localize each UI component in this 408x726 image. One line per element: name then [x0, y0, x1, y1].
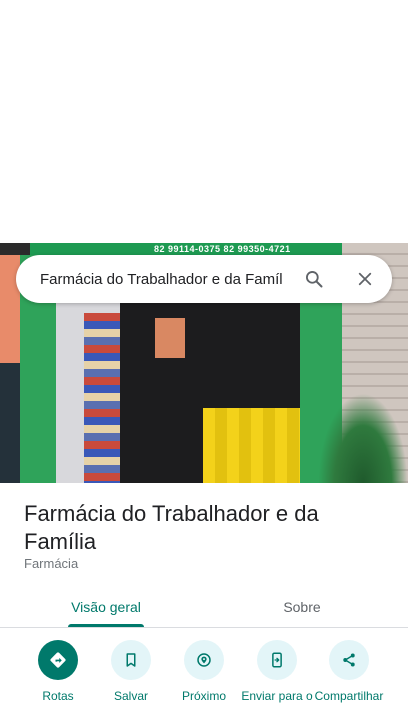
directions-label: Rotas — [42, 689, 74, 703]
nearby-label: Próximo — [181, 689, 226, 703]
active-tab-indicator — [68, 624, 144, 627]
photo-left-door — [0, 363, 20, 483]
directions-icon — [38, 640, 78, 680]
tab-overview[interactable]: Visão geral — [0, 586, 212, 628]
tab-bar: Visão geral Sobre — [0, 586, 408, 628]
directions-button[interactable]: Rotas — [20, 640, 96, 703]
share-button[interactable]: Compartilhar — [311, 640, 387, 703]
photo-door-light — [155, 318, 185, 358]
search-bar[interactable]: Farmácia do Trabalhador e da Famíl — [16, 255, 392, 303]
send-to-phone-icon — [257, 640, 297, 680]
share-icon — [329, 640, 369, 680]
search-icon[interactable] — [302, 267, 326, 291]
photo-counter-boxes — [203, 408, 301, 483]
photo-plant — [318, 393, 408, 483]
send-to-phone-button[interactable]: Enviar para o — [239, 640, 315, 703]
bookmark-icon — [111, 640, 151, 680]
nearby-button[interactable]: Próximo — [166, 640, 242, 703]
nearby-icon — [184, 640, 224, 680]
action-row: Rotas Salvar Próximo Enviar para o Compa… — [0, 640, 408, 726]
save-label: Salvar — [113, 689, 148, 703]
send-to-phone-label: Enviar para o — [241, 689, 313, 703]
tab-about[interactable]: Sobre — [204, 586, 400, 628]
place-category: Farmácia — [24, 556, 79, 571]
photo-shelf-items — [84, 313, 120, 483]
save-button[interactable]: Salvar — [93, 640, 169, 703]
close-icon[interactable] — [353, 267, 377, 291]
place-title: Farmácia do Trabalhador e da Família — [24, 501, 319, 554]
storefront-sign: 82 99114-0375 82 99350-4721 — [30, 243, 362, 255]
search-input[interactable]: Farmácia do Trabalhador e da Famíl — [40, 271, 290, 288]
share-label: Compartilhar — [314, 689, 384, 703]
